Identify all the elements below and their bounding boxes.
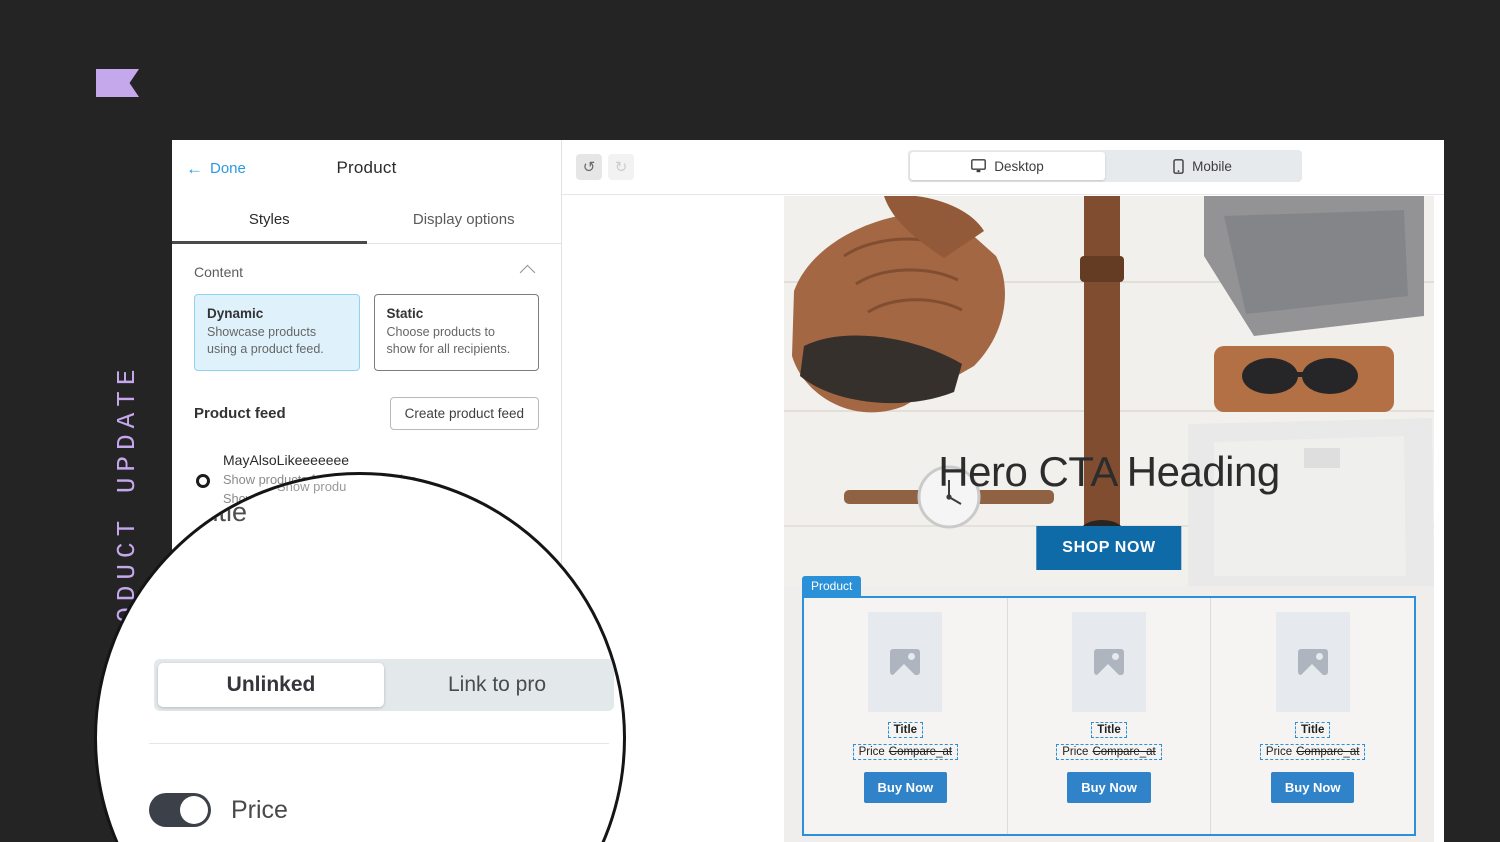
product-compare-at: Compare_at [1092, 746, 1156, 758]
panel-tabs: Styles Display options [172, 196, 561, 244]
magnified-segmented-control: Unlinked Link to pro [154, 659, 614, 711]
magnified-divider-top [149, 743, 609, 744]
magnified-toggle-row-price: Price [149, 793, 288, 827]
product-image-placeholder [1072, 612, 1146, 712]
tab-display-options[interactable]: Display options [367, 196, 562, 243]
content-section-label: Content [194, 264, 244, 280]
product-card[interactable]: Title Price Compare_at Buy Now [804, 598, 1008, 834]
product-title: Title [1294, 722, 1331, 738]
image-placeholder-icon [1297, 649, 1328, 675]
device-mobile[interactable]: Mobile [1105, 152, 1300, 180]
phone-icon [1173, 158, 1184, 174]
choice-dynamic[interactable]: Dynamic Showcase products using a produc… [194, 294, 360, 372]
magnified-price-label: Price [231, 795, 288, 824]
arrow-left-icon: ← [186, 158, 203, 178]
magnified-title-heading: Title [197, 497, 248, 527]
product-image-placeholder [868, 612, 943, 712]
tab-styles[interactable]: Styles [172, 196, 367, 244]
product-price-row: Price Compare_at [852, 744, 959, 760]
magnified-segment-link-label: Link to pro [447, 673, 547, 696]
feed-option-name: MayAlsoLikeeeeeee [223, 452, 350, 469]
product-title: Title [1091, 722, 1127, 738]
product-price: Price [1062, 746, 1089, 758]
product-price-row: Price Compare_at [1056, 744, 1162, 760]
choice-static-description: Choose products to show for all recipien… [386, 325, 511, 356]
product-compare-at: Compare_at [888, 746, 953, 758]
product-feed-label: Product feed [194, 405, 286, 423]
magnified-ghost-line-1: Show produ [277, 479, 347, 494]
magnified-ghost-line-3: (bo... [537, 501, 567, 516]
choice-dynamic-title: Dynamic [207, 306, 264, 321]
product-price-row: Price Compare_at [1259, 744, 1366, 760]
image-placeholder-icon [890, 649, 921, 675]
product-feed-header: Product feed Create product feed [172, 371, 561, 431]
buy-now-button[interactable]: Buy Now [1270, 772, 1355, 803]
tab-display-options-label: Display options [412, 211, 515, 228]
product-title: Title [887, 722, 924, 738]
device-switch: Desktop Mobile [908, 150, 1302, 182]
create-product-feed-button[interactable]: Create product feed [389, 397, 539, 431]
redo-glyph: ↻ [614, 159, 628, 176]
magnifier-lens: Show produ (both). (bo... Title Unlinked… [94, 472, 626, 842]
product-card[interactable]: Title Price Compare_at Buy Now [1211, 598, 1414, 834]
done-label: Done [210, 159, 246, 177]
hero-section: Hero CTA Heading SHOP NOW [784, 196, 1434, 586]
product-card[interactable]: Title Price Compare_at Buy Now [1008, 598, 1212, 834]
panel-header: ← Done Product [172, 140, 561, 196]
toggle-knob [180, 796, 208, 824]
device-desktop-label: Desktop [994, 158, 1044, 174]
magnified-price-toggle[interactable] [149, 793, 211, 827]
magnifier-content: Show produ (both). (bo... Title Unlinked… [97, 475, 623, 842]
choice-static[interactable]: Static Choose products to show for all r… [373, 294, 539, 372]
product-price: Price [858, 746, 885, 758]
magnified-ghost-line-2: (both). [517, 479, 555, 494]
shop-now-button[interactable]: SHOP NOW [1036, 526, 1182, 570]
hero-heading: Hero CTA Heading [938, 448, 1280, 495]
magnified-segment-link-to-product[interactable]: Link to pro [384, 663, 610, 707]
product-price: Price [1265, 746, 1293, 758]
undo-glyph: ↺ [582, 159, 596, 176]
undo-icon[interactable]: ↺ [576, 154, 602, 180]
email-canvas: Hero CTA Heading SHOP NOW Product Title … [784, 196, 1434, 842]
buy-now-button[interactable]: Buy Now [1067, 772, 1151, 803]
product-compare-at: Compare_at [1296, 746, 1360, 758]
done-button[interactable]: ← Done [186, 160, 246, 177]
monitor-icon [971, 159, 987, 173]
chevron-up-icon[interactable] [519, 264, 536, 280]
device-mobile-label: Mobile [1192, 158, 1232, 174]
history-buttons: ↺ ↻ [576, 154, 634, 180]
redo-icon[interactable]: ↻ [608, 154, 634, 180]
magnified-segment-unlinked[interactable]: Unlinked [158, 663, 384, 707]
product-image-placeholder [1275, 612, 1350, 712]
tab-styles-label: Styles [248, 211, 290, 228]
choice-static-title: Static [386, 306, 424, 321]
device-desktop[interactable]: Desktop [910, 152, 1105, 180]
preview-toolbar: ↺ ↻ Desktop Mobile [562, 140, 1444, 195]
buy-now-button[interactable]: Buy Now [863, 772, 948, 803]
choice-dynamic-description: Showcase products using a product feed. [207, 325, 324, 356]
image-placeholder-icon [1094, 649, 1124, 675]
product-grid: Title Price Compare_at Buy Now Title Pri… [804, 598, 1414, 834]
magnified-segment-unlinked-label: Unlinked [226, 673, 316, 696]
content-section-header[interactable]: Content [172, 244, 561, 294]
content-mode-choices: Dynamic Showcase products using a produc… [172, 294, 561, 372]
preview-pane: ↺ ↻ Desktop Mobile Hero CTA Heading SHOP… [562, 140, 1444, 842]
product-block-selection[interactable]: Product Title Price Compare_at Buy Now T… [802, 576, 1416, 836]
product-block-badge: Product [802, 576, 862, 597]
